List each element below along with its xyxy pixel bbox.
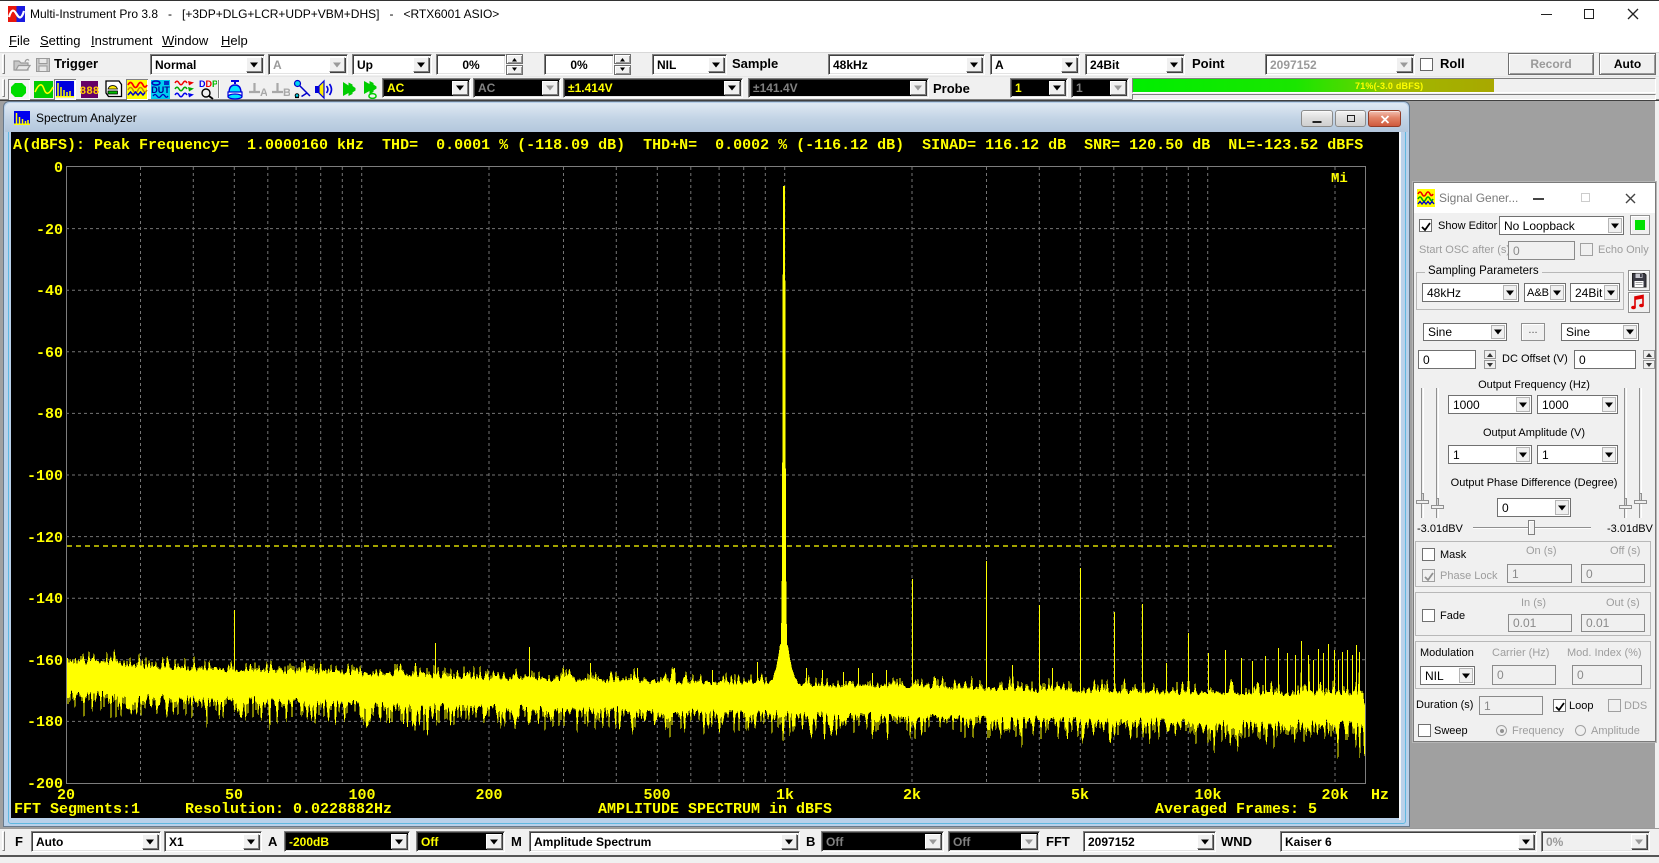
svg-text:-140: -140	[27, 591, 63, 608]
svg-text:888: 888	[80, 86, 99, 98]
svg-text:DDP: DDP	[199, 79, 217, 89]
svg-text:Hz: Hz	[1371, 787, 1389, 804]
svg-text:-40: -40	[36, 283, 63, 300]
svg-text:-180: -180	[27, 714, 63, 731]
svg-text:200: 200	[475, 787, 502, 804]
svg-text:-100: -100	[27, 468, 63, 485]
svg-text:Mi: Mi	[1331, 171, 1348, 187]
svg-text:-80: -80	[36, 406, 63, 423]
svg-text:-20: -20	[36, 222, 63, 239]
svg-text:2k: 2k	[903, 787, 921, 804]
svg-text:0: 0	[54, 160, 63, 177]
svg-text:DUT: DUT	[151, 85, 170, 95]
svg-text:B: B	[283, 87, 290, 99]
svg-text:A: A	[260, 87, 267, 99]
svg-text:-160: -160	[27, 653, 63, 670]
svg-text:-60: -60	[36, 345, 63, 362]
svg-text:5k: 5k	[1071, 787, 1089, 804]
svg-text:20k: 20k	[1321, 787, 1348, 804]
svg-text:-120: -120	[27, 530, 63, 547]
